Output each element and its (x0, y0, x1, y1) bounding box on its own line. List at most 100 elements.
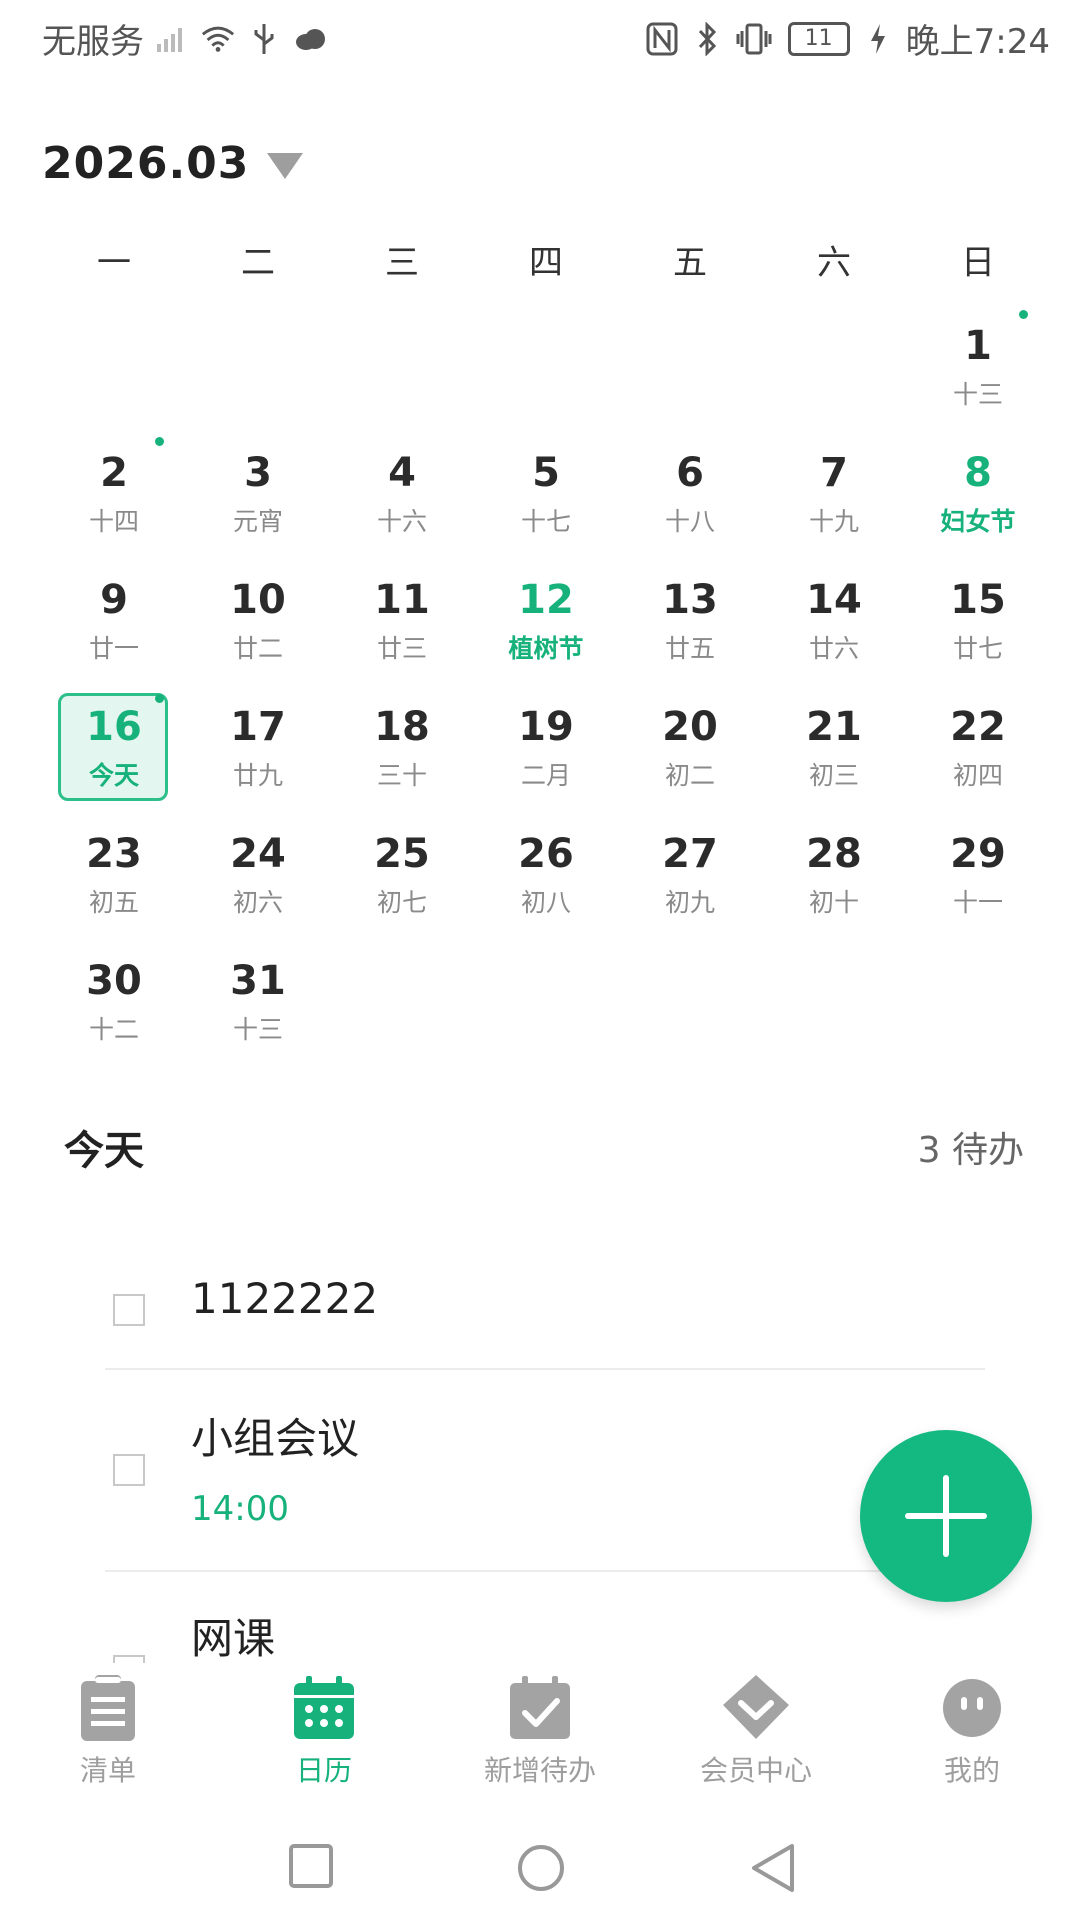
calendar-day[interactable]: 31 十三 (186, 940, 330, 1067)
lunar-date: 廿三 (376, 634, 427, 663)
month-label: 2026.03 (42, 138, 250, 189)
smiley-icon (937, 1673, 1007, 1743)
todo-checkbox[interactable] (113, 1294, 145, 1326)
month-selector[interactable]: 2026.03 (42, 138, 304, 189)
day-number: 19 (518, 704, 574, 750)
day-number: 8 (964, 450, 992, 496)
calendar-day-empty (474, 305, 618, 432)
calendar-day[interactable]: 27 初九 (618, 813, 762, 940)
lunar-date: 十四 (88, 507, 139, 536)
divider (105, 1368, 985, 1370)
todo-checkbox[interactable] (113, 1655, 145, 1663)
calendar-day[interactable]: 5 十七 (474, 432, 618, 559)
nav-item-membership[interactable]: 会员中心 (648, 1665, 864, 1795)
add-todo-button[interactable] (860, 1430, 1032, 1602)
day-number: 12 (518, 577, 574, 623)
todo-title: 网课 (191, 1614, 276, 1663)
calendar-check-icon (505, 1673, 575, 1743)
lunar-date: 初四 (952, 761, 1003, 790)
calendar-icon (289, 1673, 359, 1743)
calendar-day[interactable]: 9 廿一 (42, 559, 186, 686)
calendar-day-empty (618, 305, 762, 432)
lunar-date: 十八 (664, 507, 715, 536)
lunar-date: 初二 (664, 761, 715, 790)
lunar-date: 今天 (88, 761, 139, 790)
nav-label: 清单 (79, 1754, 136, 1787)
calendar-day[interactable]: 13 廿五 (618, 559, 762, 686)
day-number: 24 (230, 831, 286, 877)
todo-item[interactable]: 网课 (105, 1605, 985, 1663)
calendar-day[interactable]: 17 廿九 (186, 686, 330, 813)
home-button[interactable] (516, 1843, 566, 1897)
wifi-icon (200, 21, 236, 57)
calendar-day[interactable]: 7 十九 (762, 432, 906, 559)
day-number: 7 (820, 450, 848, 496)
calendar-day[interactable]: 14 廿六 (762, 559, 906, 686)
calendar-day[interactable]: 4 十六 (330, 432, 474, 559)
todo-item[interactable]: 小组会议 14:00 (105, 1405, 985, 1555)
calendar-day[interactable]: 18 三十 (330, 686, 474, 813)
calendar-day-empty (42, 305, 186, 432)
plus-icon (905, 1475, 987, 1557)
weekday-label: 三 (385, 243, 419, 283)
calendar-day[interactable]: 1 十三 (906, 305, 1050, 432)
calendar-day[interactable]: 6 十八 (618, 432, 762, 559)
calendar-day-empty (330, 305, 474, 432)
calendar-day[interactable]: 3 元宵 (186, 432, 330, 559)
nav-item-calendar[interactable]: 日历 (216, 1665, 432, 1795)
todo-checkbox[interactable] (113, 1454, 145, 1486)
day-number: 31 (230, 958, 286, 1004)
lunar-date: 十六 (376, 507, 427, 536)
today-header: 今天 3 待办 (64, 1118, 1024, 1176)
calendar-day[interactable]: 12 植树节 (474, 559, 618, 686)
vibrate-icon (736, 21, 772, 57)
calendar-day[interactable]: 26 初八 (474, 813, 618, 940)
lunar-date: 廿七 (952, 634, 1003, 663)
day-number: 21 (806, 704, 862, 750)
calendar-day[interactable]: 21 初三 (762, 686, 906, 813)
calendar-day[interactable]: 30 十二 (42, 940, 186, 1067)
lunar-date: 初六 (232, 888, 283, 917)
back-button[interactable] (750, 1843, 796, 1897)
status-left: 无服务 (42, 14, 328, 63)
todo-item[interactable]: 1122222 (105, 1270, 985, 1380)
weekday-label: 一 (97, 243, 131, 283)
calendar-day[interactable]: 24 初六 (186, 813, 330, 940)
day-number: 16 (86, 704, 142, 750)
calendar-day[interactable]: 25 初七 (330, 813, 474, 940)
calendar-day-today[interactable]: 16 今天 (42, 686, 186, 813)
calendar-day[interactable]: 15 廿七 (906, 559, 1050, 686)
lunar-date: 廿五 (664, 634, 715, 663)
calendar-day[interactable]: 23 初五 (42, 813, 186, 940)
lunar-date: 廿六 (808, 634, 859, 663)
status-bar: 无服务 11 晚上7:24 (0, 0, 1080, 78)
lunar-date: 十九 (808, 507, 859, 536)
calendar-day[interactable]: 8 妇女节 (906, 432, 1050, 559)
day-number: 27 (662, 831, 718, 877)
lunar-date: 十七 (520, 507, 571, 536)
nav-item-new-todo[interactable]: 新增待办 (432, 1665, 648, 1795)
calendar-day[interactable]: 11 廿三 (330, 559, 474, 686)
calendar-day[interactable]: 29 十一 (906, 813, 1050, 940)
square-icon (289, 1844, 333, 1888)
lunar-date: 廿九 (232, 761, 283, 790)
weekday-label: 四 (529, 243, 563, 283)
calendar-day[interactable]: 22 初四 (906, 686, 1050, 813)
todo-count: 3 待办 (917, 1130, 1024, 1171)
calendar-day[interactable]: 20 初二 (618, 686, 762, 813)
nav-item-list[interactable]: 清单 (0, 1665, 216, 1795)
cloud-icon (292, 21, 328, 57)
calendar-day[interactable]: 10 廿二 (186, 559, 330, 686)
recents-button[interactable] (288, 1843, 334, 1893)
day-number: 5 (532, 450, 560, 496)
weekday-header: 一 二 三 四 五 六 日 (0, 235, 1080, 284)
day-number: 18 (374, 704, 430, 750)
calendar-day[interactable]: 19 二月 (474, 686, 618, 813)
clipboard-icon (73, 1673, 143, 1743)
calendar-day[interactable]: 2 十四 (42, 432, 186, 559)
calendar-grid: 1 十三 2 十四 3 元宵 4 十六 5 十七 6 十八 7 十九 8 妇女节 9 廿一 10 廿二 11 廿三 12 植树… (42, 305, 1050, 1067)
calendar-day[interactable]: 28 初十 (762, 813, 906, 940)
nav-item-profile[interactable]: 我的 (864, 1665, 1080, 1795)
circle-icon (518, 1845, 564, 1891)
lunar-date: 二月 (520, 761, 571, 790)
